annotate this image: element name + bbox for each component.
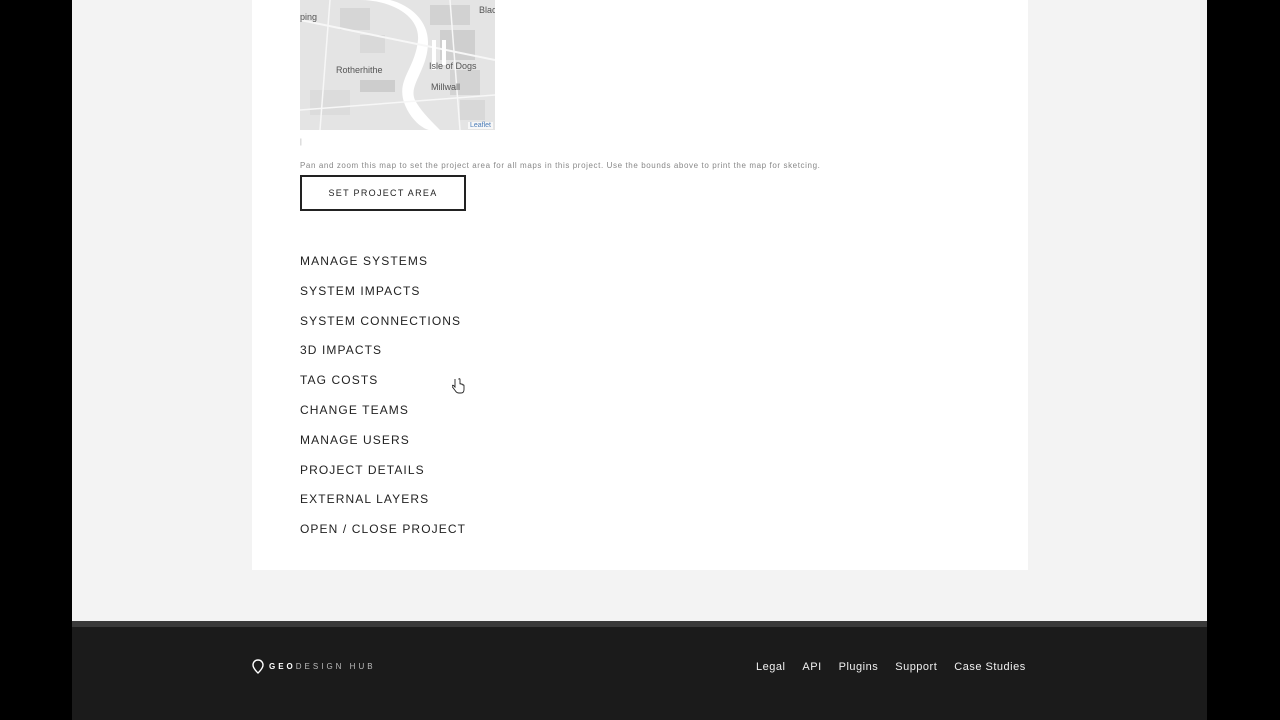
menu-item-external-layers[interactable]: EXTERNAL LAYERS	[300, 491, 466, 521]
hand-cursor-icon	[452, 378, 465, 394]
menu-item-manage-users[interactable]: MANAGE USERS	[300, 432, 466, 462]
menu-item-open-close-project[interactable]: OPEN / CLOSE PROJECT	[300, 521, 466, 551]
menu-item-3d-impacts[interactable]: 3D IMPACTS	[300, 342, 466, 372]
footer-link-case-studies[interactable]: Case Studies	[954, 661, 1025, 673]
site-footer: GEODESIGN HUB Legal API Plugins Support …	[72, 621, 1207, 720]
place-label-millwall: Millwall	[431, 82, 460, 92]
place-label-ping: ping	[300, 12, 318, 22]
footer-link-support[interactable]: Support	[895, 661, 937, 673]
map-scale-tick: |	[300, 139, 302, 146]
footer-links: Legal API Plugins Support Case Studies	[756, 661, 1043, 673]
map-help-text: Pan and zoom this map to set the project…	[300, 161, 821, 170]
menu-item-system-impacts[interactable]: SYSTEM IMPACTS	[300, 283, 466, 313]
set-project-area-button[interactable]: SET PROJECT AREA	[300, 175, 466, 211]
menu-item-change-teams[interactable]: CHANGE TEAMS	[300, 402, 466, 432]
project-settings-card: ping Rotherhithe Isle of Dogs Millwall B…	[252, 0, 1028, 570]
logo-text-geo: GEO	[269, 662, 296, 671]
project-area-map[interactable]: ping Rotherhithe Isle of Dogs Millwall B…	[300, 0, 495, 130]
map-pin-icon	[252, 659, 264, 674]
footer-link-api[interactable]: API	[802, 661, 821, 673]
leaflet-attribution-link[interactable]: Leaflet	[467, 122, 493, 129]
menu-item-system-connections[interactable]: SYSTEM CONNECTIONS	[300, 313, 466, 343]
geodesign-hub-logo[interactable]: GEODESIGN HUB	[252, 659, 376, 674]
footer-link-plugins[interactable]: Plugins	[839, 661, 879, 673]
place-label-blac: Blac	[479, 5, 495, 15]
place-label-rotherhithe: Rotherhithe	[336, 65, 383, 75]
menu-item-manage-systems[interactable]: MANAGE SYSTEMS	[300, 253, 466, 283]
logo-text: GEODESIGN HUB	[269, 662, 376, 671]
footer-link-legal[interactable]: Legal	[756, 661, 785, 673]
page: ping Rotherhithe Isle of Dogs Millwall B…	[72, 0, 1207, 720]
menu-item-project-details[interactable]: PROJECT DETAILS	[300, 462, 466, 492]
place-label-isle-of-dogs: Isle of Dogs	[429, 61, 477, 71]
project-admin-menu: MANAGE SYSTEMS SYSTEM IMPACTS SYSTEM CON…	[300, 253, 466, 551]
menu-item-tag-costs[interactable]: TAG COSTS	[300, 372, 466, 402]
logo-text-design-hub: DESIGN HUB	[295, 662, 376, 671]
